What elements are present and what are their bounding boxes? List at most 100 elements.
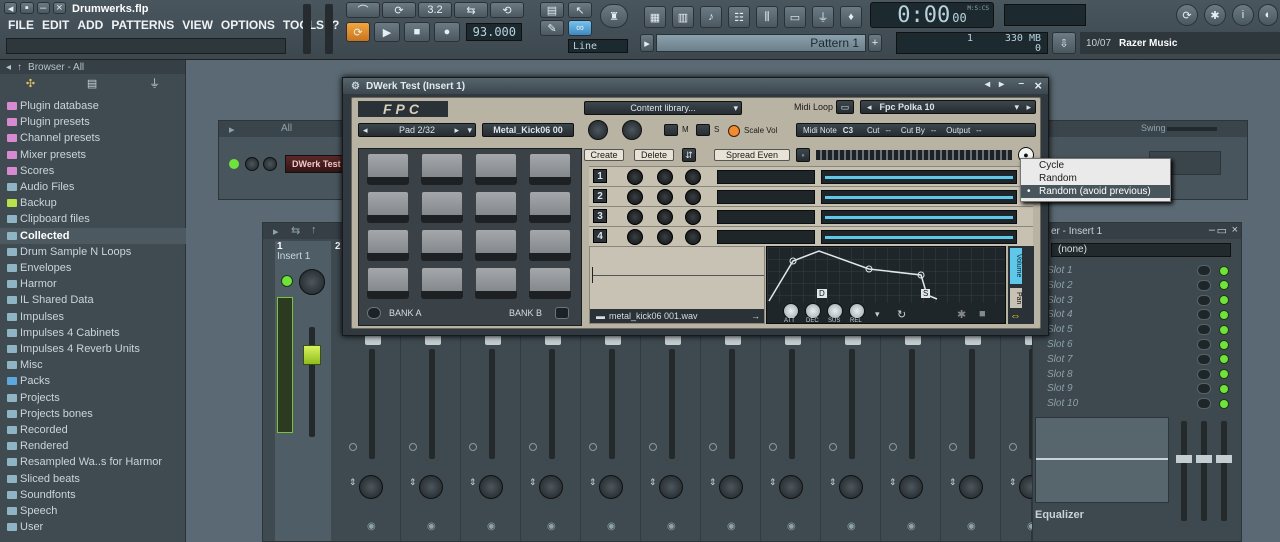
send-handle[interactable] — [425, 335, 441, 345]
layer-row[interactable]: 4 — [589, 226, 1033, 246]
layer-pitch-knob[interactable] — [685, 209, 701, 225]
pad-pan-knob[interactable] — [622, 120, 642, 140]
send-knob-icon[interactable]: ◉ — [547, 521, 556, 532]
close-icon[interactable]: × — [52, 2, 66, 14]
mixer-up-icon[interactable]: ↑ — [311, 224, 317, 236]
browser-item[interactable]: Plugin database — [0, 98, 186, 114]
channel-volume-knob[interactable] — [263, 157, 277, 171]
layer-number[interactable]: 3 — [593, 209, 607, 223]
layer-pitch-knob[interactable] — [685, 189, 701, 205]
tuning-icon[interactable]: ♦ — [840, 6, 862, 28]
browser-item[interactable]: Packs — [0, 373, 186, 389]
download-icon[interactable]: ⇩ — [1052, 32, 1076, 54]
route-arrows-icon[interactable]: ⇕ — [769, 477, 777, 488]
browser-item[interactable]: Rendered — [0, 438, 186, 454]
effect-slot[interactable]: Slot 10 — [1043, 396, 1233, 411]
browser-item[interactable]: User — [0, 519, 186, 535]
stereo-separation-knob[interactable] — [359, 475, 383, 499]
browser-item[interactable]: Impulses 4 Reverb Units — [0, 341, 186, 357]
stereo-separation-knob[interactable] — [719, 475, 743, 499]
tab-volume[interactable]: Volume — [1010, 248, 1022, 284]
menu-patterns[interactable]: PATTERNS — [111, 18, 174, 34]
browser-item[interactable]: IL Shared Data — [0, 292, 186, 308]
preset-prev-icon[interactable]: ◂ — [867, 102, 872, 113]
lock-icon[interactable]: ■ — [979, 308, 986, 320]
pad-volume-knob[interactable] — [588, 120, 608, 140]
route-arrows-icon[interactable]: ⇕ — [349, 477, 357, 488]
stereo-separation-knob[interactable] — [419, 475, 443, 499]
effect-slot[interactable]: Slot 7 — [1043, 352, 1233, 367]
bank-b-label[interactable]: BANK B — [509, 308, 542, 318]
layer-pitch-knob[interactable] — [685, 229, 701, 245]
midi-note-value[interactable]: C3 — [843, 126, 853, 135]
insert1-fader-handle[interactable] — [303, 345, 321, 365]
send-handle[interactable] — [485, 335, 501, 345]
layer-number[interactable]: 2 — [593, 189, 607, 203]
layer-velocity-range[interactable] — [821, 230, 1017, 244]
create-button[interactable]: Create — [584, 149, 624, 161]
envelope-reset-icon[interactable]: ↻ — [897, 308, 906, 321]
slot-mix-indicator[interactable] — [1197, 353, 1211, 365]
send-knob-icon[interactable]: ◉ — [667, 521, 676, 532]
layer-velocity-range[interactable] — [821, 170, 1017, 184]
slot-mix-indicator[interactable] — [1197, 265, 1211, 276]
layer-number[interactable]: 4 — [593, 229, 607, 243]
browser-item[interactable]: Channel presets — [0, 130, 186, 146]
layer-sample-slot[interactable] — [717, 190, 815, 204]
menu-view[interactable]: VIEW — [182, 18, 213, 34]
pad-controls[interactable] — [475, 291, 517, 299]
send-knob-icon[interactable]: ◉ — [787, 521, 796, 532]
swap-arrows-icon[interactable]: ⇔ — [1010, 310, 1021, 322]
output-value[interactable]: -- — [976, 126, 981, 135]
mute-button[interactable] — [664, 124, 678, 136]
pad-controls[interactable] — [367, 177, 409, 185]
stereo-separation-knob[interactable] — [779, 475, 803, 499]
send-handle[interactable] — [965, 335, 981, 345]
envelope-rel-knob[interactable] — [849, 303, 865, 319]
option-cycle[interactable]: Cycle — [1021, 159, 1170, 172]
browser-item[interactable]: Sliced beats — [0, 471, 186, 487]
browser-item[interactable]: Backup — [0, 195, 186, 211]
browser-item[interactable]: Scores — [0, 163, 186, 179]
metronome-icon[interactable]: ♜ — [600, 4, 628, 28]
browser-item[interactable]: Harmor — [0, 276, 186, 292]
menu-options[interactable]: OPTIONS — [221, 18, 275, 34]
menu-arrow-icon[interactable]: ◂ — [4, 2, 18, 15]
pattern-prev-icon[interactable]: ▸ — [640, 34, 654, 52]
layer-sample-slot[interactable] — [717, 210, 815, 224]
record-arm-icon[interactable] — [1009, 443, 1017, 451]
pattern-song-toggle[interactable]: ⟳ — [346, 22, 370, 42]
bug-icon[interactable]: ✱ — [1204, 4, 1226, 26]
slot-enable-led[interactable] — [1219, 295, 1229, 306]
pad-controls[interactable] — [529, 177, 571, 185]
plugin-titlebar[interactable]: ⚙ DWerk Test (Insert 1) ◂ ▸ – × — [343, 78, 1048, 94]
layer-sample-slot[interactable] — [717, 170, 815, 184]
magnet-icon[interactable]: ∞ — [568, 20, 592, 36]
browser-item[interactable]: Projects bones — [0, 406, 186, 422]
envelope-att-knob[interactable] — [783, 303, 799, 319]
route-arrows-icon[interactable]: ⇕ — [589, 477, 597, 488]
velocity-spread-bar[interactable] — [816, 150, 1012, 160]
browser-icon[interactable]: ▭ — [784, 6, 806, 28]
browser-item[interactable]: Projects — [0, 390, 186, 406]
song-mode-icon[interactable]: ⌒ — [346, 2, 380, 18]
prev-preset-icon[interactable]: ◂ — [985, 79, 990, 90]
effect-slot[interactable]: Slot 2 — [1043, 278, 1233, 293]
browser-item[interactable]: Drum Sample N Loops — [0, 244, 186, 260]
pad-controls[interactable] — [367, 253, 409, 261]
route-arrows-icon[interactable]: ⇕ — [649, 477, 657, 488]
send-knob-icon[interactable]: ◉ — [847, 521, 856, 532]
route-arrows-icon[interactable]: ⇕ — [889, 477, 897, 488]
envelope-menu-icon[interactable]: ▾ — [875, 309, 880, 320]
piano-roll-icon[interactable]: ♪ — [700, 6, 722, 28]
snowflake-icon[interactable]: ✱ — [957, 308, 966, 321]
effect-slot[interactable]: Slot 3 — [1043, 293, 1233, 308]
browser-item[interactable]: Mixer presets — [0, 147, 186, 163]
eq-band2-handle[interactable] — [1196, 455, 1212, 463]
send-knob-icon[interactable]: ◉ — [367, 521, 376, 532]
slot-mix-indicator[interactable] — [1197, 368, 1211, 380]
send-handle[interactable] — [605, 335, 621, 345]
pad-selector[interactable]: ◂ Pad 2/32 ▸ ▾ — [358, 123, 476, 137]
send-knob-icon[interactable]: ◉ — [607, 521, 616, 532]
send-knob-icon[interactable]: ◉ — [907, 521, 916, 532]
